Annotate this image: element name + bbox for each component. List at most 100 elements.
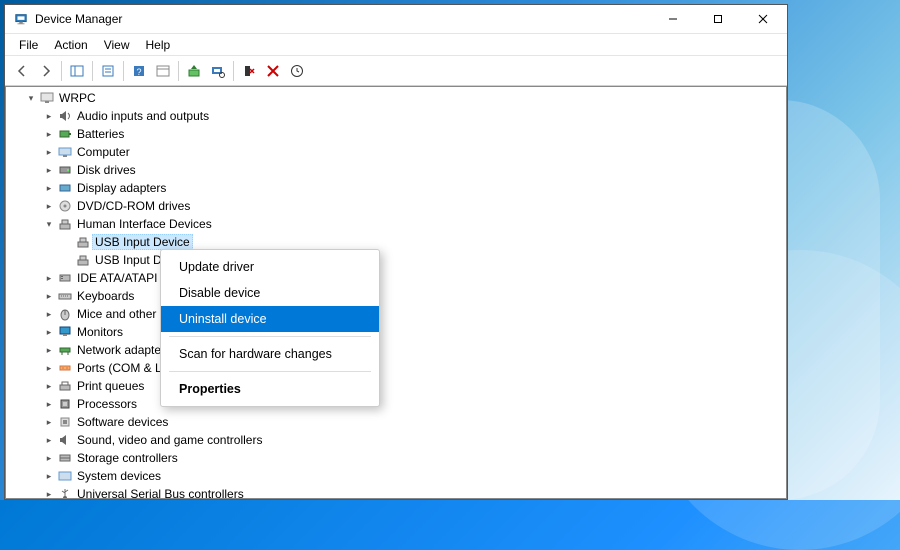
menu-action[interactable]: Action	[46, 36, 95, 54]
chevron-right-icon[interactable]: ▸	[42, 435, 56, 446]
tree-item-printq[interactable]: ▸ Print queues	[10, 377, 782, 395]
tree-item-software[interactable]: ▸ Software devices	[10, 413, 782, 431]
tree-item-processors[interactable]: ▸ Processors	[10, 395, 782, 413]
scan-hardware-button[interactable]	[207, 60, 229, 82]
back-arrow-icon	[15, 64, 29, 78]
properties-icon	[101, 64, 115, 78]
tree-item-usb[interactable]: ▸ Universal Serial Bus controllers	[10, 485, 782, 499]
tree-item-disk[interactable]: ▸ Disk drives	[10, 161, 782, 179]
chevron-right-icon[interactable]: ▸	[42, 363, 56, 374]
ctx-update-driver[interactable]: Update driver	[161, 254, 379, 280]
tree-label: Processors	[74, 396, 140, 412]
chevron-right-icon[interactable]: ▸	[42, 201, 56, 212]
toolbar-separator	[178, 61, 179, 81]
chevron-right-icon[interactable]: ▸	[42, 489, 56, 500]
maximize-icon	[713, 14, 723, 24]
ctx-disable-device[interactable]: Disable device	[161, 280, 379, 306]
disable-device-button[interactable]	[238, 60, 260, 82]
minimize-button[interactable]	[650, 5, 695, 33]
storage-controller-icon	[56, 451, 74, 465]
device-tree[interactable]: ▾ WRPC ▸ Audio inputs and outputs ▸ Batt…	[5, 86, 787, 499]
chevron-right-icon[interactable]: ▸	[42, 291, 56, 302]
tree-item-display[interactable]: ▸ Display adapters	[10, 179, 782, 197]
chevron-right-icon[interactable]: ▸	[42, 111, 56, 122]
ctx-uninstall-device[interactable]: Uninstall device	[161, 306, 379, 332]
tree-label: WRPC	[56, 90, 99, 106]
tree-item-system[interactable]: ▸ System devices	[10, 467, 782, 485]
titlebar[interactable]: Device Manager	[5, 5, 787, 34]
context-menu: Update driver Disable device Uninstall d…	[160, 249, 380, 407]
disk-icon	[56, 163, 74, 177]
tree-item-usb-input-2[interactable]: USB Input Device	[10, 251, 782, 269]
tree-item-ide[interactable]: ▸ IDE ATA/ATAPI controllers	[10, 269, 782, 287]
tree-item-hid[interactable]: ▾ Human Interface Devices	[10, 215, 782, 233]
ctx-scan-hardware[interactable]: Scan for hardware changes	[161, 341, 379, 367]
tree-label: Computer	[74, 144, 133, 160]
toolbar-separator	[92, 61, 93, 81]
chevron-right-icon[interactable]: ▸	[42, 453, 56, 464]
tree-item-monitors[interactable]: ▸ Monitors	[10, 323, 782, 341]
tree-item-usb-input-1[interactable]: USB Input Device	[10, 233, 782, 251]
chevron-right-icon[interactable]: ▸	[42, 273, 56, 284]
tree-item-keyboards[interactable]: ▸ Keyboards	[10, 287, 782, 305]
tree-label: Universal Serial Bus controllers	[74, 486, 247, 499]
chevron-down-icon[interactable]: ▾	[42, 219, 56, 230]
chevron-right-icon[interactable]: ▸	[42, 381, 56, 392]
tree-item-storage[interactable]: ▸ Storage controllers	[10, 449, 782, 467]
network-adapter-icon	[56, 343, 74, 357]
menu-help[interactable]: Help	[138, 36, 179, 54]
tree-pane-icon	[70, 64, 84, 78]
back-button[interactable]	[11, 60, 33, 82]
tree-item-computer[interactable]: ▸ Computer	[10, 143, 782, 161]
software-device-icon	[56, 415, 74, 429]
minimize-icon	[668, 14, 678, 24]
tree-root[interactable]: ▾ WRPC	[10, 89, 782, 107]
menu-view[interactable]: View	[96, 36, 138, 54]
tree-item-ports[interactable]: ▸ Ports (COM & LPT)	[10, 359, 782, 377]
tree-item-audio[interactable]: ▸ Audio inputs and outputs	[10, 107, 782, 125]
hid-device-icon	[74, 253, 92, 267]
tree-label: Sound, video and game controllers	[74, 432, 265, 448]
tree-item-sound[interactable]: ▸ Sound, video and game controllers	[10, 431, 782, 449]
chevron-right-icon[interactable]: ▸	[42, 345, 56, 356]
help-icon: ?	[132, 64, 146, 78]
details-icon	[156, 64, 170, 78]
help-button[interactable]: ?	[128, 60, 150, 82]
context-separator	[169, 336, 371, 337]
cpu-icon	[56, 397, 74, 411]
circle-arrow-icon	[290, 64, 304, 78]
tree-label: Display adapters	[74, 180, 169, 196]
uninstall-device-icon	[266, 64, 280, 78]
maximize-button[interactable]	[695, 5, 740, 33]
uninstall-device-button[interactable]	[262, 60, 284, 82]
chevron-right-icon[interactable]: ▸	[42, 399, 56, 410]
chevron-right-icon[interactable]: ▸	[42, 309, 56, 320]
chevron-right-icon[interactable]: ▸	[42, 183, 56, 194]
chevron-right-icon[interactable]: ▸	[42, 471, 56, 482]
printer-icon	[56, 379, 74, 393]
toolbar-separator	[123, 61, 124, 81]
menu-file[interactable]: File	[11, 36, 46, 54]
tree-item-network[interactable]: ▸ Network adapters	[10, 341, 782, 359]
chevron-right-icon[interactable]: ▸	[42, 147, 56, 158]
tree-item-mice[interactable]: ▸ Mice and other pointing devices	[10, 305, 782, 323]
toolbar: ?	[5, 56, 787, 86]
chevron-right-icon[interactable]: ▸	[42, 129, 56, 140]
chevron-right-icon[interactable]: ▸	[42, 417, 56, 428]
chevron-down-icon[interactable]: ▾	[24, 93, 38, 104]
show-hide-button[interactable]	[66, 60, 88, 82]
add-legacy-button[interactable]	[286, 60, 308, 82]
close-button[interactable]	[740, 5, 785, 33]
context-separator	[169, 371, 371, 372]
update-driver-button[interactable]	[183, 60, 205, 82]
properties-button[interactable]	[97, 60, 119, 82]
tree-item-batteries[interactable]: ▸ Batteries	[10, 125, 782, 143]
forward-button[interactable]	[35, 60, 57, 82]
chevron-right-icon[interactable]: ▸	[42, 327, 56, 338]
tree-label: Human Interface Devices	[74, 216, 215, 232]
ctx-properties[interactable]: Properties	[161, 376, 379, 402]
tree-label: Audio inputs and outputs	[74, 108, 212, 124]
chevron-right-icon[interactable]: ▸	[42, 165, 56, 176]
action-details-button[interactable]	[152, 60, 174, 82]
tree-item-dvd[interactable]: ▸ DVD/CD-ROM drives	[10, 197, 782, 215]
